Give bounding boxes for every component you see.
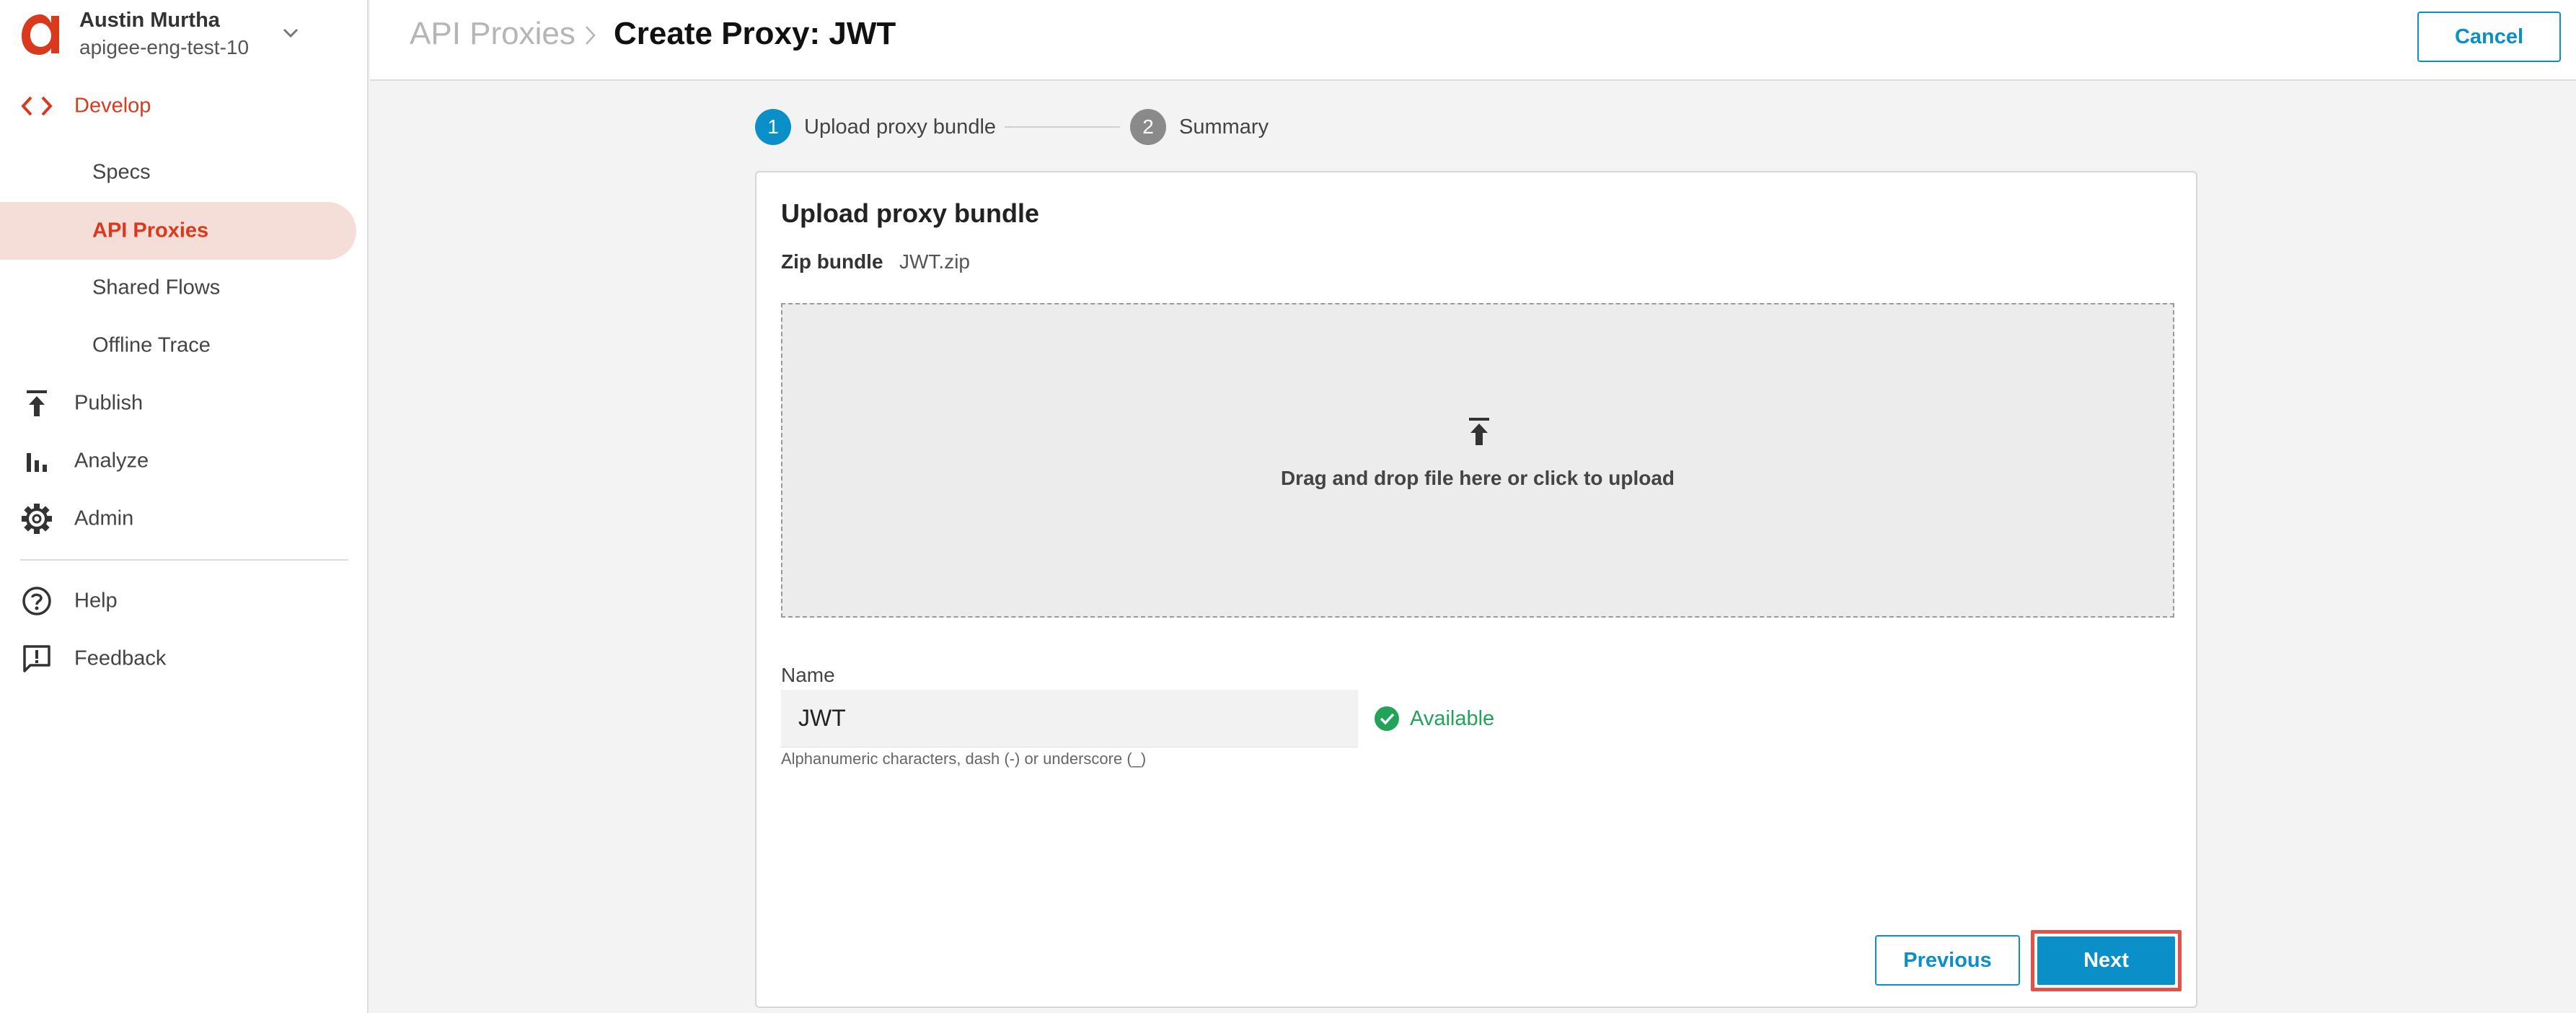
step-connector	[1005, 126, 1120, 128]
dropzone-text: Drag and drop file here or click to uplo…	[1280, 467, 1675, 489]
gear-icon	[20, 502, 53, 535]
sidebar-item-offline-trace[interactable]: Offline Trace	[0, 317, 369, 374]
sidebar-item-shared-flows[interactable]: Shared Flows	[0, 260, 369, 316]
sidebar-item-develop[interactable]: Develop	[0, 78, 369, 134]
check-circle-icon	[1375, 706, 1399, 731]
bar-chart-icon	[20, 444, 53, 478]
next-button-highlight: Next	[2031, 930, 2182, 991]
sidebar-item-label: Feedback	[74, 646, 167, 670]
step-number: 1	[755, 109, 791, 145]
sidebar-item-label: Offline Trace	[92, 333, 211, 357]
sidebar-item-analyze[interactable]: Analyze	[0, 433, 369, 489]
sidebar-item-label: Analyze	[74, 449, 149, 473]
publish-upload-icon	[20, 387, 53, 420]
name-label: Name	[781, 664, 835, 686]
card-title: Upload proxy bundle	[781, 198, 1040, 228]
step-upload-proxy-bundle: 1 Upload proxy bundle	[755, 108, 996, 146]
upload-card: Upload proxy bundle Zip bundle JWT.zip D…	[755, 171, 2197, 1008]
sidebar-item-label: Specs	[92, 160, 151, 184]
breadcrumb-api-proxies[interactable]: API Proxies	[410, 16, 575, 52]
feedback-icon	[20, 642, 53, 675]
step-label: Upload proxy bundle	[804, 115, 997, 139]
sidebar-item-label: Help	[74, 589, 118, 613]
previous-button[interactable]: Previous	[1875, 935, 2020, 986]
sidebar-item-label: Publish	[74, 391, 144, 415]
sidebar-divider	[20, 559, 348, 561]
sidebar-item-publish[interactable]: Publish	[0, 375, 369, 431]
sidebar-item-feedback[interactable]: Feedback	[0, 631, 369, 687]
step-summary: 2 Summary	[1130, 108, 1269, 146]
proxy-name-input[interactable]	[781, 690, 1358, 747]
sidebar: Austin Murtha apigee-eng-test-10 Develop…	[0, 0, 369, 1013]
zip-bundle-label: Zip bundle	[781, 250, 883, 273]
cancel-button[interactable]: Cancel	[2417, 12, 2561, 62]
account-org: apigee-eng-test-10	[79, 36, 250, 58]
sidebar-item-api-proxies[interactable]: API Proxies	[0, 202, 356, 260]
apigee-logo	[22, 14, 59, 55]
sidebar-item-specs[interactable]: Specs	[0, 144, 369, 201]
availability-text: Available	[1410, 706, 1495, 730]
step-label: Summary	[1179, 115, 1269, 139]
sidebar-item-label: Admin	[74, 506, 134, 530]
step-number: 2	[1130, 109, 1166, 145]
name-hint: Alphanumeric characters, dash (-) or und…	[781, 750, 1147, 768]
sidebar-item-admin[interactable]: Admin	[0, 491, 369, 547]
account-switcher[interactable]: Austin Murtha apigee-eng-test-10	[20, 7, 359, 63]
sidebar-item-help[interactable]: Help	[0, 573, 369, 629]
next-button[interactable]: Next	[2037, 937, 2175, 985]
file-dropzone[interactable]: Drag and drop file here or click to uplo…	[781, 303, 2174, 618]
chevron-right-icon	[586, 26, 596, 45]
sidebar-item-label: Shared Flows	[92, 276, 221, 299]
page-title: Create Proxy: JWT	[614, 16, 896, 51]
sidebar-item-label: Develop	[74, 94, 151, 118]
upload-icon	[1469, 418, 1489, 445]
zip-bundle-filename: JWT.zip	[899, 250, 970, 273]
chevron-down-icon[interactable]	[278, 20, 303, 45]
sidebar-item-label: API Proxies	[92, 219, 209, 242]
header-bar: API Proxies Create Proxy: JWT Cancel	[370, 0, 2576, 81]
availability-status: Available	[1374, 705, 1494, 732]
code-brackets-icon	[20, 89, 53, 123]
account-name: Austin Murtha	[79, 9, 220, 32]
help-circle-icon	[20, 584, 53, 618]
